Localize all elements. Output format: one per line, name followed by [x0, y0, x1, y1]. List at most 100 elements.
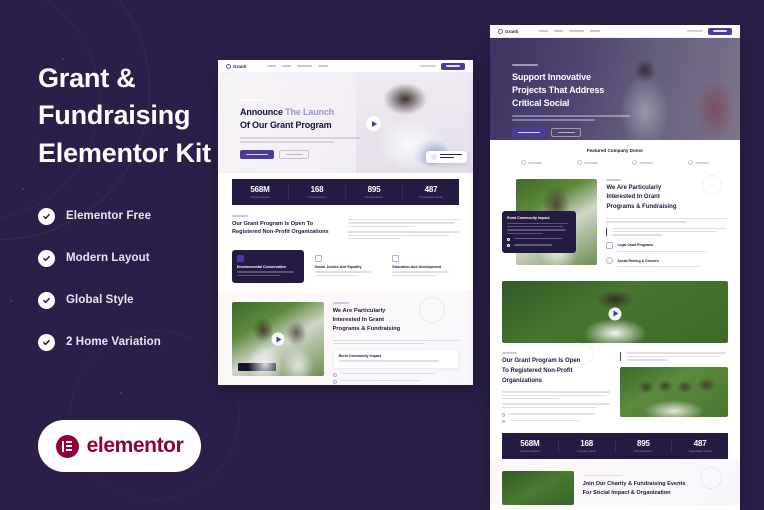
mockup-home-one: Granti Announce The Launch Of Our Grant … [218, 60, 473, 385]
stat-label: Organization Grants [688, 449, 712, 453]
hero-primary-button[interactable] [512, 128, 546, 138]
hero-subtext [240, 137, 360, 144]
nav-links[interactable] [538, 30, 600, 32]
nav-link-home[interactable] [266, 65, 276, 67]
play-icon[interactable] [608, 307, 622, 321]
highlight-card[interactable]: Rural Community Impact [502, 211, 576, 253]
stat-number: 895 [367, 185, 381, 195]
open-card-social-justice[interactable]: Social Justice And Equality [310, 250, 382, 283]
feature-label: Global Style [66, 294, 134, 307]
nav-link-about[interactable] [281, 65, 291, 67]
play-icon[interactable] [366, 116, 381, 131]
open-section-photo [502, 281, 728, 344]
check-icon [332, 372, 337, 377]
check-icon [332, 379, 337, 384]
logo-text: Granti [505, 28, 519, 34]
hero-buttons [512, 128, 630, 138]
donor-logo [576, 160, 598, 165]
nav-link-pages[interactable] [589, 30, 600, 32]
stat-label: Organization Grants [419, 195, 443, 199]
hero-subtext [512, 115, 630, 122]
stat-item: 895 Personal Donor [616, 439, 673, 453]
hero-secondary-button[interactable] [551, 128, 581, 138]
nav-link-features[interactable] [568, 30, 584, 32]
get-a-quote-button[interactable] [441, 62, 465, 70]
donor-logos [504, 160, 726, 165]
site-logo[interactable]: Granti [498, 28, 519, 34]
stat-item: 487 Organization Grants [672, 439, 728, 453]
nav-links[interactable] [266, 65, 328, 67]
stat-number: 568M [520, 439, 540, 449]
mockup-b-hero: Support Innovative Projects That Address… [490, 38, 740, 140]
legal-icon [606, 241, 614, 249]
mockup-b-interest-section: Rural Community Impact We Are Particular… [490, 175, 740, 282]
section-heading: We Are Particularly Interested In Grant … [332, 307, 401, 333]
mockup-home-two: Granti Support Innovative Projects That … [490, 25, 740, 510]
open-card-environmental[interactable]: Environmental Conservation [232, 250, 304, 284]
stat-item: 568M Donation Raised [232, 185, 289, 199]
hero-primary-button[interactable] [240, 150, 274, 160]
section-heading: Our Grant Program Is Open To Registered … [502, 358, 581, 384]
mockup-b-open-section: Our Grant Program Is Open To Registered … [490, 281, 740, 433]
mockup-a-hero: Announce The Launch Of Our Grant Program [218, 73, 473, 173]
check-icon [507, 244, 510, 248]
quote-block [620, 352, 728, 361]
card-title: Social Justice And Equality [314, 265, 362, 270]
feature-label: Social Raising & Concern [617, 258, 659, 263]
mockup-a-navbar: Granti [218, 60, 473, 73]
stat-label: Personal Donor [364, 195, 384, 199]
hero-eyebrow [240, 99, 266, 101]
check-icon [502, 419, 506, 423]
stat-item: 168 Company Donor [289, 185, 346, 199]
hero-secondary-button[interactable] [279, 150, 309, 160]
book-icon [392, 255, 400, 263]
stat-item: 168 Company Donor [559, 439, 616, 453]
interest-photo [232, 302, 324, 377]
highlight-card-title: Rural Community Impact [338, 354, 382, 359]
feature-label: Modern Layout [66, 252, 150, 265]
site-logo[interactable]: Granti [226, 63, 247, 69]
donor-band-title: Featured Company Donor [586, 148, 644, 153]
feature-list: Elementor Free Modern Layout Global Styl… [38, 207, 228, 351]
search-icon[interactable] [687, 30, 703, 32]
section-heading: Our Grant Program Is Open To Registered … [232, 220, 329, 236]
hero-heading-lead: Announce [240, 107, 286, 117]
card-title: Education And Development [392, 265, 442, 270]
highlight-card[interactable]: Rural Community Impact [332, 349, 459, 369]
mockup-b-donor-band: Featured Company Donor [490, 140, 740, 175]
search-icon[interactable] [420, 65, 436, 67]
section-eyebrow [502, 352, 517, 355]
promo-panel: Grant & Fundraising Elementor Kit Elemen… [38, 60, 228, 376]
stat-number: 568M [250, 185, 270, 195]
feature-label: 2 Home Variation [66, 336, 161, 349]
get-a-quote-button[interactable] [708, 27, 732, 35]
quote-block [606, 227, 728, 236]
nav-link-features[interactable] [296, 65, 312, 67]
background-dot [10, 300, 12, 302]
section-eyebrow [606, 179, 622, 181]
scales-icon [314, 255, 322, 263]
call-us-callout[interactable] [426, 150, 467, 163]
events-heading: Join Our Charity & Fundraising Events [582, 481, 686, 488]
play-icon[interactable] [271, 332, 285, 346]
nav-link-about[interactable] [553, 30, 563, 32]
feature-item-home-variation: 2 Home Variation [38, 333, 228, 351]
logo-mark-icon [498, 28, 503, 34]
open-card-education[interactable]: Education And Development [387, 250, 459, 283]
hero-heading-rest: Of Our Grant Program [240, 120, 332, 131]
nav-link-pages[interactable] [317, 65, 328, 67]
check-circle-icon [38, 207, 55, 225]
mockup-b-navbar: Granti [490, 25, 740, 38]
check-circle-icon [38, 291, 55, 309]
stat-label: Personal Donor [634, 449, 653, 453]
stat-label: Donation Raised [520, 449, 540, 453]
mockup-a-open-section: Our Grant Program Is Open To Registered … [218, 205, 473, 292]
feature-item-elementor-free: Elementor Free [38, 207, 228, 225]
nav-link-home[interactable] [538, 30, 548, 32]
donor-logo [521, 160, 543, 165]
feature-item-modern-layout: Modern Layout [38, 249, 228, 267]
stat-item: 568M Donation Raised [502, 439, 559, 453]
check-circle-icon [38, 249, 55, 267]
stat-number: 895 [637, 439, 650, 449]
stat-label: Donation Raised [250, 195, 270, 199]
